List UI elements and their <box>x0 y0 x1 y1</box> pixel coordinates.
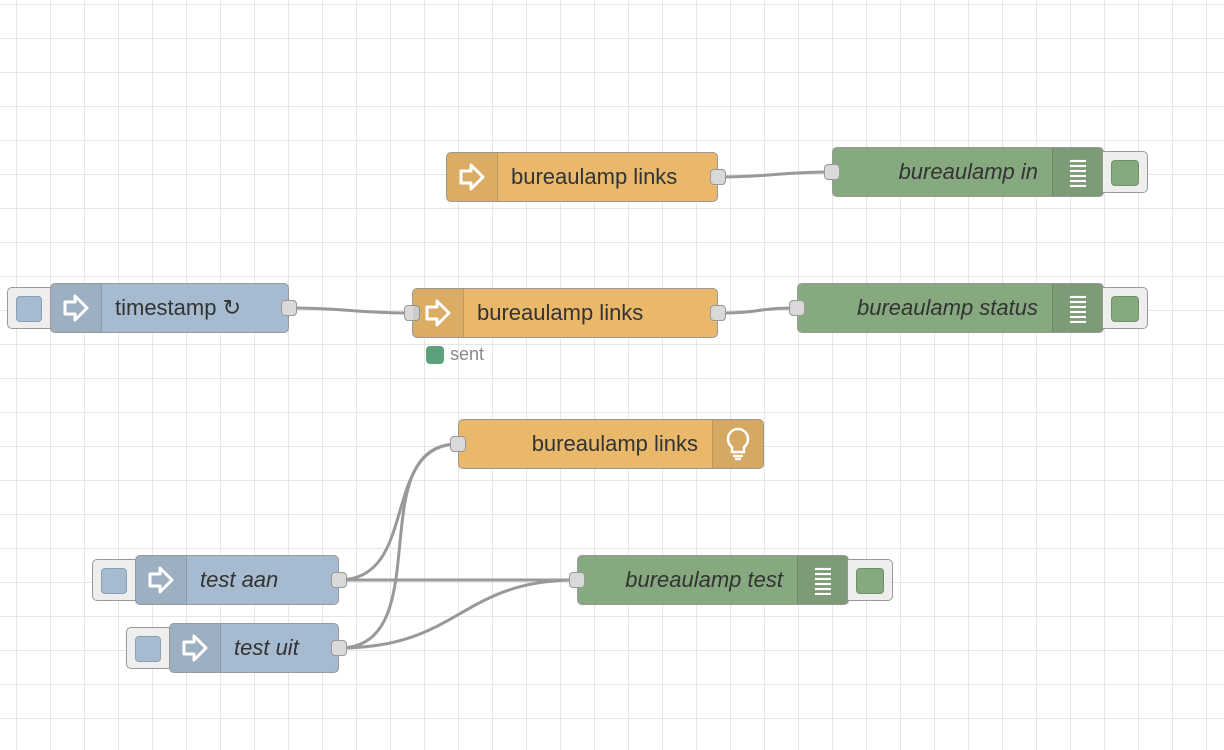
status-dot <box>426 345 444 364</box>
node-label: bureaulamp links <box>477 300 644 325</box>
mqtt-in-node[interactable]: bureaulamp links <box>446 152 726 202</box>
debug-node-in[interactable]: bureaulamp in <box>824 147 1104 197</box>
debug-toggle-button[interactable] <box>1102 151 1148 193</box>
input-port[interactable] <box>450 436 466 452</box>
wire-timestamp-to-mqtt[interactable] <box>288 306 412 315</box>
output-port[interactable] <box>710 305 726 321</box>
node-label: test uit <box>234 635 299 660</box>
inject-trigger-button[interactable] <box>7 287 53 329</box>
trigger-indicator <box>16 296 42 322</box>
node-label: timestamp ↻ <box>115 295 242 320</box>
arrow-icon <box>51 284 102 332</box>
input-port[interactable] <box>789 300 805 316</box>
node-status: sent <box>426 344 484 365</box>
debug-toggle-button[interactable] <box>847 559 893 601</box>
mqtt-node-light[interactable]: bureaulamp links <box>450 419 764 469</box>
wire-mqtt-to-debug-in[interactable] <box>717 170 833 179</box>
output-port[interactable] <box>281 300 297 316</box>
bridge-icon <box>413 289 464 337</box>
toggle-indicator <box>1111 160 1139 186</box>
debug-toggle-button[interactable] <box>1102 287 1148 329</box>
trigger-indicator <box>135 636 161 662</box>
input-port[interactable] <box>569 572 585 588</box>
node-label: bureaulamp status <box>857 295 1038 320</box>
debug-node-test[interactable]: bureaulamp test <box>569 555 849 605</box>
wire-test-uit-to-debug-test[interactable] <box>338 578 577 650</box>
list-icon <box>1052 148 1103 196</box>
arrow-icon <box>170 624 221 672</box>
toggle-indicator <box>856 568 884 594</box>
node-label: bureaulamp links <box>511 164 678 189</box>
list-icon <box>1052 284 1103 332</box>
output-port[interactable] <box>331 572 347 588</box>
mqtt-node-middle[interactable]: bureaulamp links <box>404 288 726 338</box>
node-label: test aan <box>200 567 279 592</box>
inject-trigger-button[interactable] <box>126 627 172 669</box>
wire-mqtt-to-debug-status[interactable] <box>717 306 798 315</box>
inject-node-timestamp[interactable]: timestamp ↻ <box>50 283 297 333</box>
output-port[interactable] <box>710 169 726 185</box>
inject-node-test-uit[interactable]: test uit <box>169 623 347 673</box>
toggle-indicator <box>1111 296 1139 322</box>
lightbulb-icon <box>712 420 763 468</box>
status-text: sent <box>450 344 485 364</box>
list-icon <box>797 556 848 604</box>
arrow-icon <box>136 556 187 604</box>
bridge-icon <box>447 153 498 201</box>
output-port[interactable] <box>331 640 347 656</box>
node-label: bureaulamp in <box>898 159 1038 184</box>
inject-node-test-aan[interactable]: test aan <box>135 555 347 605</box>
input-port[interactable] <box>824 164 840 180</box>
wire-test-uit-to-light[interactable] <box>338 442 459 650</box>
node-label: bureaulamp test <box>625 567 783 592</box>
node-label: bureaulamp links <box>531 431 698 456</box>
inject-trigger-button[interactable] <box>92 559 138 601</box>
trigger-indicator <box>101 568 127 594</box>
debug-node-status[interactable]: bureaulamp status <box>789 283 1104 333</box>
